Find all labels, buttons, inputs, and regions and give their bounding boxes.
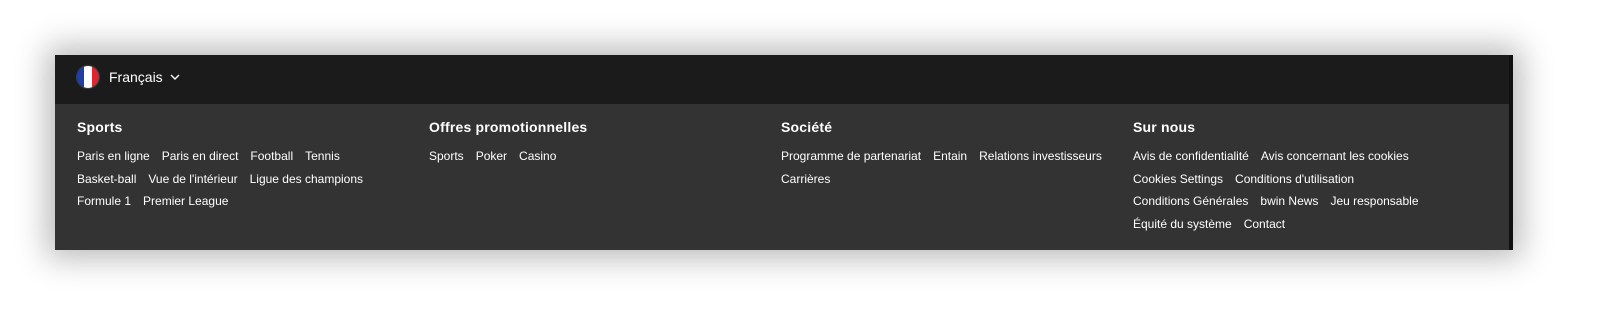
link-list: Programme de partenariat Entain Relations … (781, 145, 1121, 190)
footer-link[interactable]: Relations investisseurs (979, 145, 1102, 168)
footer-columns: Sports Paris en ligne Paris en direct Foot… (77, 119, 1497, 239)
column-title: Offres promotionnelles (429, 119, 588, 135)
flag-stripe-red (91, 66, 99, 88)
footer-link[interactable]: Ligue des champions (250, 168, 363, 191)
footer-link[interactable]: Formule 1 (77, 190, 131, 213)
footer-link[interactable]: Avis concernant les cookies (1261, 145, 1409, 168)
footer-link[interactable]: Premier League (143, 190, 228, 213)
link-list: Paris en ligne Paris en direct Football Ten… (77, 145, 417, 213)
footer-link[interactable]: Paris en direct (162, 145, 239, 168)
footer-link[interactable]: Entain (933, 145, 967, 168)
footer-column-sports: Sports Paris en ligne Paris en direct Foot… (77, 119, 417, 213)
footer-link[interactable]: Conditions Générales (1133, 190, 1248, 213)
footer-link[interactable]: Conditions d'utilisation (1235, 168, 1354, 191)
footer-link[interactable]: Basket-ball (77, 168, 136, 191)
footer-column-sur-nous: Sur nous Avis de confidentialité Avis con… (1133, 119, 1473, 235)
footer-link[interactable]: Tennis (305, 145, 340, 168)
column-title: Sports (77, 119, 123, 135)
flag-stripe-white (84, 66, 92, 88)
footer-link[interactable]: Programme de partenariat (781, 145, 921, 168)
france-flag-icon (77, 66, 99, 88)
footer-link[interactable]: Vue de l'intérieur (148, 168, 237, 191)
page: Français Sports Paris en ligne Paris en d… (0, 0, 1597, 311)
footer-column-offres: Offres promotionnelles Sports Poker Casino (429, 119, 769, 168)
footer-link[interactable]: Cookies Settings (1133, 168, 1223, 191)
language-selector[interactable]: Français (77, 65, 180, 89)
link-list: Sports Poker Casino (429, 145, 769, 168)
footer-column-societe: Société Programme de partenariat Entain Re… (781, 119, 1121, 190)
site-footer: Français Sports Paris en ligne Paris en d… (55, 55, 1513, 250)
footer-link[interactable]: Football (250, 145, 293, 168)
link-list: Avis de confidentialité Avis concernant l… (1133, 145, 1473, 235)
column-title: Sur nous (1133, 119, 1196, 135)
footer-link[interactable]: Sports (429, 145, 464, 168)
chevron-down-icon (170, 74, 180, 80)
footer-link[interactable]: Carrières (781, 168, 830, 191)
footer-link[interactable]: Paris en ligne (77, 145, 150, 168)
language-bar: Français (55, 55, 1513, 104)
footer-link[interactable]: Poker (476, 145, 507, 168)
language-label: Français (109, 69, 163, 85)
footer-link[interactable]: Équité du système (1133, 213, 1232, 236)
flag-stripe-blue (77, 66, 85, 88)
column-title: Société (781, 119, 833, 135)
footer-link[interactable]: Contact (1244, 213, 1285, 236)
footer-link[interactable]: Avis de confidentialité (1133, 145, 1249, 168)
footer-link[interactable]: bwin News (1260, 190, 1318, 213)
footer-link[interactable]: Jeu responsable (1330, 190, 1418, 213)
footer-link[interactable]: Casino (519, 145, 556, 168)
